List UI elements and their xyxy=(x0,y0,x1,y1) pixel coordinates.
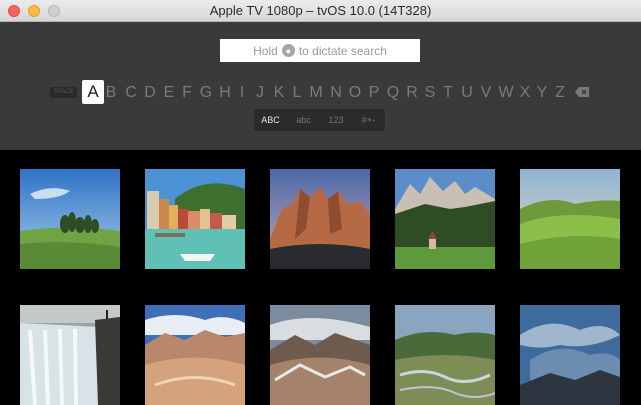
mode-uppercase[interactable]: ABC xyxy=(254,109,287,131)
key-P[interactable]: P xyxy=(365,82,383,104)
rocky-peaks-sunset-photo[interactable] xyxy=(270,169,370,269)
storm-clouds-photo[interactable] xyxy=(520,305,620,405)
key-J[interactable]: J xyxy=(251,82,269,104)
search-hint-prefix: Hold xyxy=(253,43,278,58)
waterfall-photo[interactable] xyxy=(20,305,120,405)
key-S[interactable]: S xyxy=(421,82,439,104)
key-U[interactable]: U xyxy=(458,82,476,104)
coastal-village-photo[interactable] xyxy=(145,169,245,269)
key-R[interactable]: R xyxy=(403,82,421,104)
desert-rocks-photo[interactable] xyxy=(145,305,245,405)
key-C[interactable]: C xyxy=(122,82,140,104)
volcanic-mountains-photo[interactable] xyxy=(270,305,370,405)
mode-lowercase[interactable]: abc xyxy=(287,109,320,131)
key-H[interactable]: H xyxy=(216,82,234,104)
microphone-icon: ● xyxy=(281,44,295,57)
key-K[interactable]: K xyxy=(270,82,288,104)
key-M[interactable]: M xyxy=(307,82,325,104)
key-T[interactable]: T xyxy=(439,82,457,104)
window-title: Apple TV 1080p – tvOS 10.0 (14T328) xyxy=(209,3,432,18)
keyboard-mode-switcher: ABC abc 123 #+- xyxy=(254,109,385,131)
key-E[interactable]: E xyxy=(160,82,178,104)
key-Z[interactable]: Z xyxy=(551,82,569,104)
key-B[interactable]: B xyxy=(102,82,120,104)
mode-symbols[interactable]: #+- xyxy=(352,109,385,131)
onscreen-keyboard: SPACE A B C D E F G H I J K L M N O P Q … xyxy=(0,80,641,106)
key-Y[interactable]: Y xyxy=(533,82,551,104)
key-V[interactable]: V xyxy=(477,82,495,104)
key-O[interactable]: O xyxy=(346,82,364,104)
key-L[interactable]: L xyxy=(288,82,306,104)
key-F[interactable]: F xyxy=(178,82,196,104)
search-input[interactable]: Hold ● to dictate search xyxy=(220,39,420,62)
key-Q[interactable]: Q xyxy=(384,82,402,104)
key-A[interactable]: A xyxy=(82,80,104,104)
tree-field-photo[interactable] xyxy=(20,169,120,269)
key-X[interactable]: X xyxy=(516,82,534,104)
backspace-icon[interactable] xyxy=(575,87,589,97)
key-G[interactable]: G xyxy=(197,82,215,104)
mode-numbers[interactable]: 123 xyxy=(320,109,352,131)
green-hills-photo[interactable] xyxy=(520,169,620,269)
key-I[interactable]: I xyxy=(233,82,251,104)
space-key[interactable]: SPACE xyxy=(50,87,77,98)
search-panel: Hold ● to dictate search SPACE A B C D E… xyxy=(0,22,641,150)
key-D[interactable]: D xyxy=(141,82,159,104)
window-titlebar: Apple TV 1080p – tvOS 10.0 (14T328) xyxy=(0,0,641,22)
search-hint-suffix: to dictate search xyxy=(298,43,387,58)
key-W[interactable]: W xyxy=(497,82,515,104)
key-N[interactable]: N xyxy=(327,82,345,104)
river-valley-photo[interactable] xyxy=(395,305,495,405)
alpine-chapel-photo[interactable] xyxy=(395,169,495,269)
